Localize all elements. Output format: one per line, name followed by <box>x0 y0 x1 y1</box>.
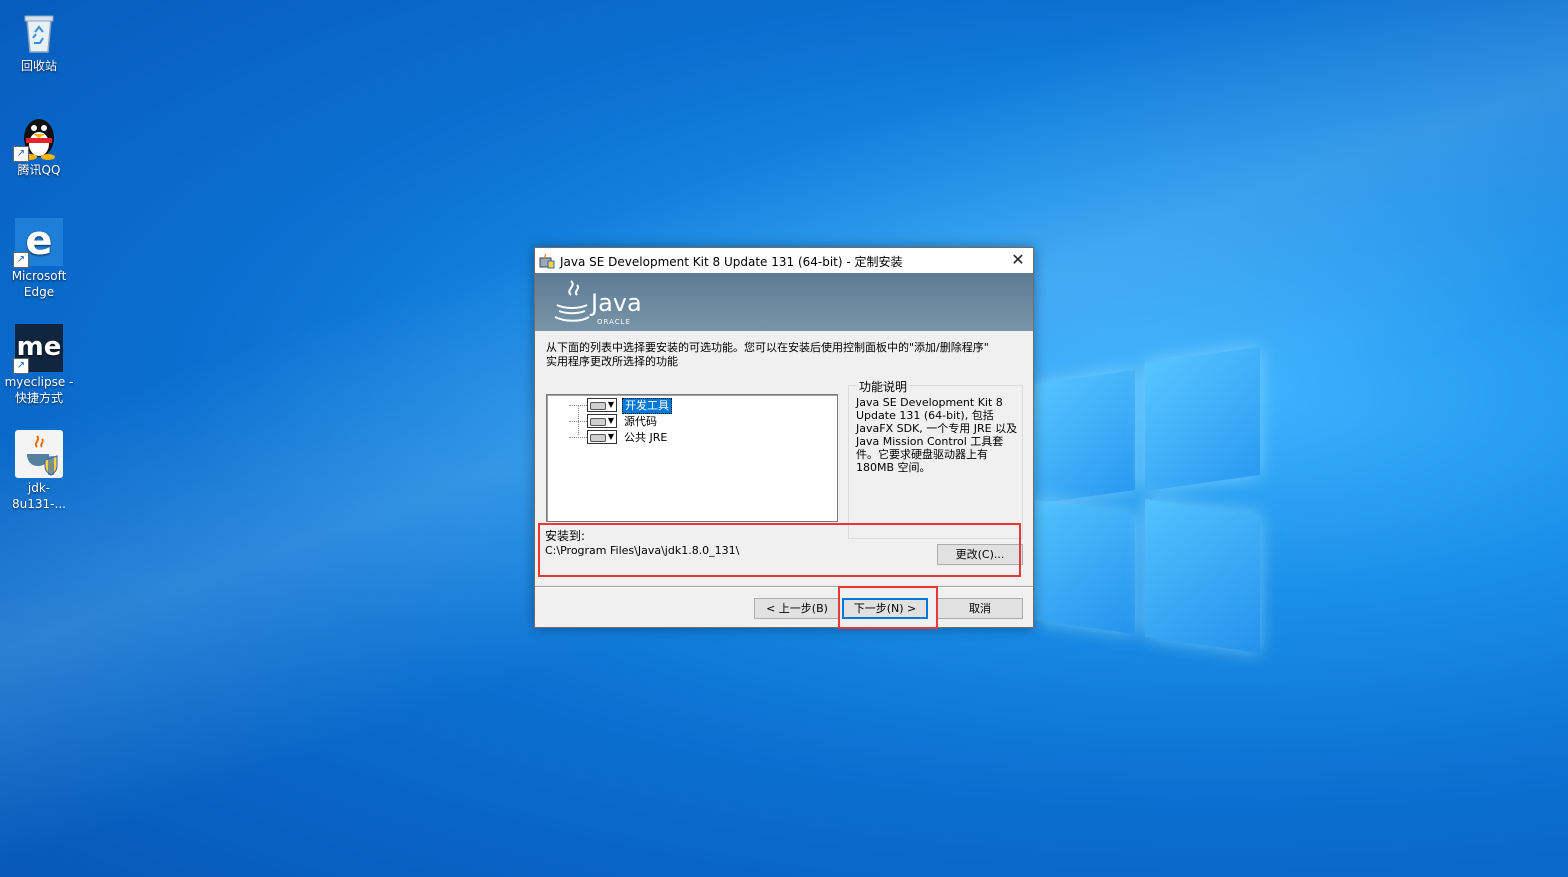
shortcut-arrow-icon: ↗ <box>13 146 29 162</box>
tree-connector <box>569 437 587 438</box>
dialog-title: Java SE Development Kit 8 Update 131 (64… <box>560 255 903 269</box>
instructions-text: 从下面的列表中选择要安装的可选功能。您可以在安装后使用控制面板中的"添加/删除程… <box>546 341 1030 369</box>
feature-dropdown-icon[interactable]: ▼ <box>587 414 617 428</box>
feature-description-group: 功能说明 Java SE Development Kit 8 Update 13… <box>848 378 1023 539</box>
desktop-icon-label-line1: Microsoft <box>11 269 67 283</box>
description-line: Update 131 (64-bit), 包括 <box>856 409 994 422</box>
recycle-bin-icon <box>15 8 63 56</box>
description-line: 件。它要求硬盘驱动器上有 <box>856 448 988 461</box>
instructions-line2: 实用程序更改所选择的功能 <box>546 355 678 368</box>
install-path-highlight-box <box>538 523 1021 577</box>
description-line: JavaFX SDK, 一个专用 JRE 以及 <box>856 422 1018 435</box>
description-line: Java Mission Control 工具套 <box>856 435 1004 448</box>
feature-label: 源代码 <box>624 415 657 428</box>
tree-connector <box>569 405 587 406</box>
feature-label: 开发工具 <box>622 398 672 414</box>
title-bar[interactable]: Java SE Development Kit 8 Update 131 (64… <box>535 248 1033 273</box>
java-logo-text: Java <box>591 289 642 317</box>
desktop-icon-label: jdk-8u131-... <box>12 481 66 511</box>
back-button[interactable]: < 上一步(B) <box>754 598 840 619</box>
button-separator <box>535 586 1033 588</box>
close-button[interactable]: ✕ <box>1003 248 1033 273</box>
feature-label: 公共 JRE <box>624 431 668 444</box>
feature-dropdown-icon[interactable]: ▼ <box>587 430 617 444</box>
jdk-custom-setup-dialog: Java SE Development Kit 8 Update 131 (64… <box>534 247 1034 629</box>
description-line: Java SE Development Kit 8 <box>856 396 1003 409</box>
feature-tree[interactable]: ▼ 开发工具 ▼ 源代码 ▼ 公共 JRE <box>546 394 838 522</box>
close-icon: ✕ <box>1011 250 1025 269</box>
desktop-icon-label: 回收站 <box>20 59 57 73</box>
desktop-icon-label-line2: Edge <box>23 285 55 299</box>
windows-logo-wallpaper <box>1035 346 1260 654</box>
java-installer-icon <box>15 430 63 478</box>
java-banner: Java ORACLE <box>535 273 1033 331</box>
cancel-button[interactable]: 取消 <box>937 598 1023 619</box>
desktop-icon-edge[interactable]: e ↗ Microsoft Edge <box>2 218 76 300</box>
instructions-line1: 从下面的列表中选择要安装的可选功能。您可以在安装后使用控制面板中的"添加/删除程… <box>546 341 989 354</box>
shortcut-arrow-icon: ↗ <box>13 358 29 374</box>
oracle-logo-text: ORACLE <box>597 318 631 326</box>
edge-icon: e ↗ <box>13 218 63 268</box>
installer-app-icon <box>539 253 555 269</box>
desktop-icon-label-line1: myeclipse - <box>4 375 74 389</box>
desktop-icon-label: 腾讯QQ <box>17 163 61 177</box>
tree-connector <box>578 405 579 435</box>
java-logo: Java ORACLE <box>553 279 653 330</box>
desktop-icon-label-line2: 快捷方式 <box>14 391 63 405</box>
next-button-highlight-box <box>838 586 938 629</box>
desktop-icon-qq[interactable]: ↗ 腾讯QQ <box>2 112 76 178</box>
tree-connector <box>569 421 587 422</box>
feature-description-title: 功能说明 <box>857 378 910 395</box>
qq-penguin-icon: ↗ <box>13 112 63 162</box>
feature-description-text: Java SE Development Kit 8 Update 131 (64… <box>856 396 1021 474</box>
desktop-icon-myeclipse[interactable]: me ↗ myeclipse - 快捷方式 <box>2 324 76 406</box>
shortcut-arrow-icon: ↗ <box>13 252 29 268</box>
myeclipse-icon: me ↗ <box>13 324 63 374</box>
description-line: 180MB 空间。 <box>856 461 931 474</box>
desktop-icon-recycle-bin[interactable]: 回收站 <box>2 8 76 74</box>
feature-dropdown-icon[interactable]: ▼ <box>587 398 617 412</box>
desktop-icon-jdk-installer[interactable]: jdk-8u131-... <box>2 430 76 512</box>
